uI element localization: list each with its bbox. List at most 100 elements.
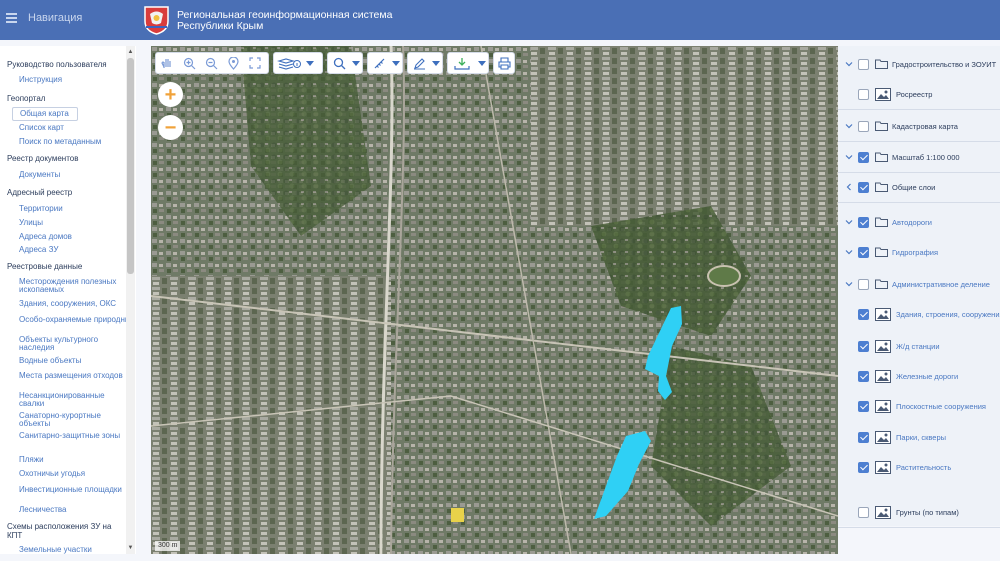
measure-icon[interactable] [368,53,390,73]
layers-info-dropdown[interactable] [273,52,323,74]
chevron-down-icon[interactable] [390,53,402,73]
layer-checkbox[interactable] [858,217,869,228]
scrollbar-thumb[interactable] [127,58,134,274]
layer-checkbox[interactable] [858,432,869,443]
layer-label: Грунты (по типам) [896,508,959,517]
sidebar-item[interactable]: Санитарно-защитные зоны [0,432,124,440]
chevron-down-icon[interactable] [476,53,488,73]
sidebar-item[interactable]: Места размещения отходов [0,372,124,380]
search-dropdown[interactable] [327,52,363,74]
zoom-out-button[interactable]: − [158,115,183,140]
measure-dropdown[interactable] [367,52,403,74]
layer-row[interactable]: Здания, строения, сооружения [838,304,1000,326]
scroll-up-arrow-icon[interactable]: ▲ [127,48,134,56]
layer-checkbox[interactable] [858,401,869,412]
sidebar-item[interactable]: Общая карта [12,107,78,121]
draw-pencil-icon[interactable] [408,53,430,73]
sidebar-item[interactable]: Несанкционированные свалки [0,392,124,408]
sidebar-item[interactable]: Объекты культурного наследия [0,336,124,352]
scroll-down-arrow-icon[interactable]: ▼ [127,544,134,552]
chevron-down-icon[interactable] [304,53,316,73]
sidebar-item[interactable]: Охотничьи угодья [0,470,124,478]
folder-icon [875,217,888,227]
print-icon[interactable] [494,53,514,73]
chevron-down-icon[interactable] [845,153,853,161]
layer-row[interactable]: Автодороги [838,212,1000,234]
layer-row[interactable]: Парки, скверы [838,427,1000,449]
zoom-out-icon[interactable] [200,53,222,73]
fullscreen-icon[interactable] [244,53,266,73]
chevron-down-icon[interactable] [845,248,853,256]
hand-pan-icon[interactable] [156,53,178,73]
menu-icon[interactable] [6,13,17,23]
sidebar-item[interactable]: Лесничества [0,506,124,514]
chevron-down-icon[interactable] [845,60,853,68]
zoom-in-button[interactable]: + [158,82,183,107]
chevron-down-icon[interactable] [350,53,362,73]
zoom-in-icon[interactable] [178,53,200,73]
sidebar-section-title: Реестровые данные [7,262,83,271]
layer-row[interactable]: Градостроительство и ЗОУИТ [838,54,1000,76]
sidebar-section-title: Руководство пользователя [7,60,107,69]
layer-checkbox[interactable] [858,462,869,473]
chevron-down-icon[interactable] [845,280,853,288]
chevron-down-icon[interactable] [430,53,442,73]
layer-row[interactable]: Кадастровая карта [838,116,1000,142]
layer-checkbox[interactable] [858,121,869,132]
layer-checkbox[interactable] [858,247,869,258]
sidebar-scrollbar[interactable]: ▲ ▼ [126,46,135,554]
layer-checkbox[interactable] [858,59,869,70]
crimea-emblem-icon [144,6,169,35]
chevron-left-icon[interactable] [845,183,853,191]
layer-checkbox[interactable] [858,182,869,193]
location-pin-icon[interactable] [222,53,244,73]
layer-row[interactable]: Административное деление [838,274,1000,296]
layer-checkbox[interactable] [858,341,869,352]
sidebar-item[interactable]: Улицы [0,219,124,227]
layer-checkbox[interactable] [858,89,869,100]
sidebar-item[interactable]: Пляжи [0,456,124,464]
sidebar-item[interactable]: Земельные участки [0,546,124,554]
sidebar-item[interactable]: Инструкция [0,76,124,84]
layer-row[interactable]: Гидрография [838,242,1000,264]
layer-checkbox[interactable] [858,279,869,290]
sidebar-item[interactable]: Территории [0,205,124,213]
sidebar-item[interactable]: Здания, сооружения, ОКС [0,300,124,308]
layer-row[interactable]: Общие слои [838,177,1000,203]
sidebar-item[interactable]: Инвестиционные площадки [0,486,124,494]
sidebar-item[interactable]: Адреса ЗУ [0,246,124,254]
import-dropdown[interactable] [447,52,489,74]
navigation-toggle-label[interactable]: Навигация [28,12,82,24]
layer-label: Масштаб 1:100 000 [892,153,960,162]
layer-checkbox[interactable] [858,309,869,320]
sidebar-item[interactable]: Санаторно-курортные объекты [0,412,124,428]
map-view[interactable]: + − 300 m [151,46,838,554]
layer-image-icon [875,431,891,444]
satellite-imagery[interactable] [151,46,838,554]
search-icon[interactable] [328,53,350,73]
layer-row[interactable]: Росреестр [838,84,1000,110]
layer-row[interactable]: Растительность [838,457,1000,479]
sidebar-item[interactable]: Документы [0,171,124,179]
sidebar-item[interactable]: Адреса домов [0,233,124,241]
print-button[interactable] [493,52,515,74]
sidebar-item[interactable]: Водные объекты [0,357,124,365]
sidebar-item[interactable]: Список карт [0,124,124,132]
sidebar-section-title: Адресный реестр [7,188,73,197]
layer-row[interactable]: Железные дороги [838,366,1000,388]
layer-checkbox[interactable] [858,371,869,382]
chevron-down-icon[interactable] [845,122,853,130]
layer-row[interactable]: Плоскостные сооружения [838,396,1000,418]
layer-row[interactable]: Масштаб 1:100 000 [838,147,1000,173]
sidebar-item[interactable]: Месторождения полезных ископаемых [0,278,124,294]
chevron-down-icon[interactable] [845,218,853,226]
layer-row[interactable]: Грунты (по типам) [838,502,1000,524]
import-icon[interactable] [448,53,476,73]
sidebar-item[interactable]: Особо-охраняемые природные территории [0,316,136,324]
layer-row[interactable]: Ж/д станции [838,336,1000,358]
layers-info-icon[interactable] [274,53,304,73]
layer-checkbox[interactable] [858,152,869,163]
sidebar-item[interactable]: Поиск по метаданным [0,138,124,146]
draw-dropdown[interactable] [407,52,443,74]
layer-checkbox[interactable] [858,507,869,518]
